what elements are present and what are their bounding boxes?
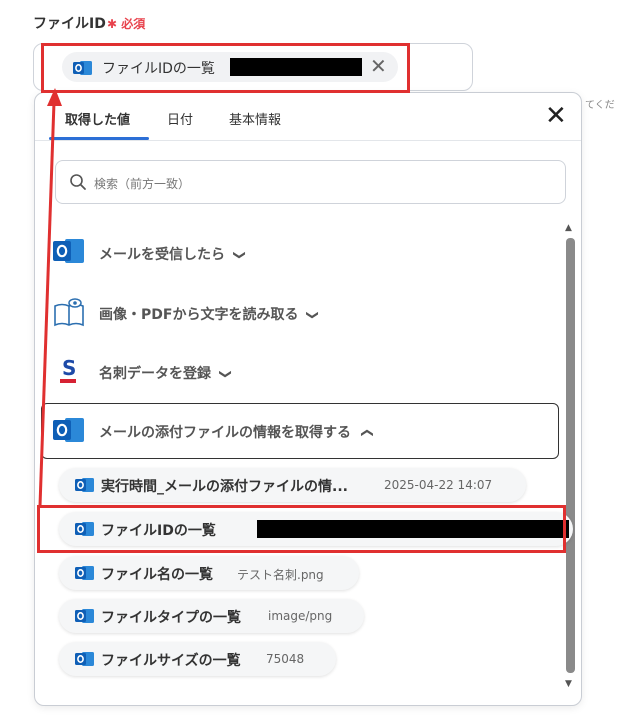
annotation-arrow (38, 88, 62, 507)
page: ファイルID ✱ 必須 ファイルIDの一覧 ✕ てくだ 取得した値 日付 基本情… (0, 0, 621, 715)
